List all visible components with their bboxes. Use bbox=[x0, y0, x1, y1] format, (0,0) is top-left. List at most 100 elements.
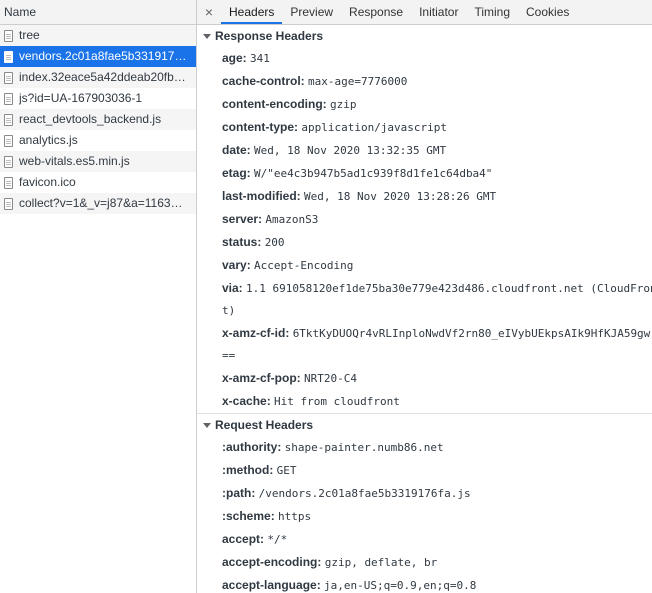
header-value: 200 bbox=[264, 236, 285, 249]
header-value: max-age=7776000 bbox=[308, 75, 408, 88]
header-name: :method: bbox=[222, 463, 274, 477]
header-value: Hit from cloudfront bbox=[274, 395, 400, 408]
header-name: via: bbox=[222, 281, 243, 295]
header-value-wrap: t) bbox=[222, 304, 236, 317]
header-row: accept: */* bbox=[197, 528, 652, 551]
header-name: accept-language: bbox=[222, 578, 321, 592]
header-row: :authority: shape-painter.numb86.net bbox=[197, 436, 652, 459]
request-row[interactable]: analytics.js bbox=[0, 130, 196, 151]
request-name: js?id=UA-167903036-1 bbox=[19, 91, 143, 105]
header-value: gzip bbox=[330, 98, 357, 111]
header-row: x-amz-cf-pop: NRT20-C4 bbox=[197, 367, 652, 390]
request-name: analytics.js bbox=[19, 133, 78, 147]
section-title: Request Headers bbox=[215, 418, 314, 432]
header-name: etag: bbox=[222, 166, 251, 180]
header-value: https bbox=[278, 510, 312, 523]
tab-initiator[interactable]: Initiator bbox=[411, 0, 466, 24]
request-name: web-vitals.es5.min.js bbox=[19, 154, 130, 168]
header-row: date: Wed, 18 Nov 2020 13:32:35 GMT bbox=[197, 139, 652, 162]
header-name: content-type: bbox=[222, 120, 298, 134]
header-value: gzip, deflate, br bbox=[324, 556, 438, 569]
header-row: x-cache: Hit from cloudfront bbox=[197, 390, 652, 413]
header-value: 341 bbox=[250, 52, 270, 65]
header-row: via: 1.1 691058120ef1de75ba30e779e423d48… bbox=[197, 277, 652, 300]
header-value: application/javascript bbox=[301, 121, 448, 134]
document-icon bbox=[4, 92, 13, 105]
header-name: :authority: bbox=[222, 440, 282, 454]
header-value: NRT20-C4 bbox=[304, 372, 357, 385]
header-value: GET bbox=[276, 464, 297, 477]
details-tabbar: × Headers Preview Response Initiator Tim… bbox=[197, 0, 652, 25]
name-column-header[interactable]: Name bbox=[0, 0, 196, 25]
header-row: :path: /vendors.2c01a8fae5b3319176fa.js bbox=[197, 482, 652, 505]
document-icon bbox=[4, 176, 13, 189]
header-row: status: 200 bbox=[197, 231, 652, 254]
header-row: content-encoding: gzip bbox=[197, 93, 652, 116]
header-name: accept-encoding: bbox=[222, 555, 322, 569]
header-name: cache-control: bbox=[222, 74, 305, 88]
header-name: accept: bbox=[222, 532, 265, 546]
request-row-selected[interactable]: vendors.2c01a8fae5b331917… bbox=[0, 46, 196, 67]
header-name: vary: bbox=[222, 258, 251, 272]
request-row[interactable]: tree bbox=[0, 25, 196, 46]
request-row[interactable]: web-vitals.es5.min.js bbox=[0, 151, 196, 172]
header-value: shape-painter.numb86.net bbox=[284, 441, 444, 454]
header-value: Wed, 18 Nov 2020 13:28:26 GMT bbox=[304, 190, 497, 203]
tab-cookies[interactable]: Cookies bbox=[518, 0, 577, 24]
header-row: etag: W/"ee4c3b947b5ad1c939f8d1fe1c64dba… bbox=[197, 162, 652, 185]
header-value: AmazonS3 bbox=[265, 213, 319, 226]
request-headers-section: Request Headers :authority: shape-painte… bbox=[197, 414, 652, 593]
header-name: :scheme: bbox=[222, 509, 275, 523]
request-headers-toggle[interactable]: Request Headers bbox=[197, 414, 652, 436]
header-value-wrap: == bbox=[222, 349, 236, 362]
document-icon bbox=[4, 50, 13, 63]
header-row: :method: GET bbox=[197, 459, 652, 482]
header-name: content-encoding: bbox=[222, 97, 327, 111]
document-icon bbox=[4, 71, 13, 84]
request-row[interactable]: react_devtools_backend.js bbox=[0, 109, 196, 130]
header-name: server: bbox=[222, 212, 263, 226]
request-name: tree bbox=[19, 28, 40, 42]
request-list-panel: Name tree vendors.2c01a8fae5b331917… ind… bbox=[0, 0, 197, 593]
header-value: W/"ee4c3b947b5ad1c939f8d1fe1c64dba4" bbox=[254, 167, 493, 180]
header-name: :path: bbox=[222, 486, 256, 500]
header-name: last-modified: bbox=[222, 189, 301, 203]
header-name: age: bbox=[222, 51, 247, 65]
tab-headers[interactable]: Headers bbox=[221, 0, 283, 24]
header-name: x-amz-cf-pop: bbox=[222, 371, 301, 385]
request-name: favicon.ico bbox=[19, 175, 76, 189]
request-row[interactable]: js?id=UA-167903036-1 bbox=[0, 88, 196, 109]
tab-timing[interactable]: Timing bbox=[466, 0, 518, 24]
request-name: collect?v=1&_v=j87&a=1163… bbox=[19, 196, 183, 210]
document-icon bbox=[4, 29, 13, 42]
document-icon bbox=[4, 155, 13, 168]
request-row[interactable]: favicon.ico bbox=[0, 172, 196, 193]
close-icon[interactable]: × bbox=[197, 0, 221, 24]
header-name: x-amz-cf-id: bbox=[222, 326, 290, 340]
header-row: server: AmazonS3 bbox=[197, 208, 652, 231]
header-row: cache-control: max-age=7776000 bbox=[197, 70, 652, 93]
header-row: vary: Accept-Encoding bbox=[197, 254, 652, 277]
tab-preview[interactable]: Preview bbox=[282, 0, 341, 24]
response-headers-section: Response Headers age: 341 cache-control:… bbox=[197, 25, 652, 414]
header-name: x-cache: bbox=[222, 394, 271, 408]
header-value: Accept-Encoding bbox=[254, 259, 354, 272]
request-name: react_devtools_backend.js bbox=[19, 112, 162, 126]
header-row: x-amz-cf-id: 6TktKyDUOQr4vRLInploNwdVf2r… bbox=[197, 322, 652, 345]
header-value: */* bbox=[267, 533, 288, 546]
header-row: last-modified: Wed, 18 Nov 2020 13:28:26… bbox=[197, 185, 652, 208]
header-value: ja,en-US;q=0.9,en;q=0.8 bbox=[324, 579, 477, 592]
header-value: 1.1 691058120ef1de75ba30e779e423d486.clo… bbox=[246, 282, 652, 295]
header-name: date: bbox=[222, 143, 251, 157]
header-row: content-type: application/javascript bbox=[197, 116, 652, 139]
request-row[interactable]: collect?v=1&_v=j87&a=1163… bbox=[0, 193, 196, 214]
header-row: accept-encoding: gzip, deflate, br bbox=[197, 551, 652, 574]
response-headers-toggle[interactable]: Response Headers bbox=[197, 25, 652, 47]
tab-response[interactable]: Response bbox=[341, 0, 411, 24]
header-value: Wed, 18 Nov 2020 13:32:35 GMT bbox=[254, 144, 447, 157]
request-details-panel: × Headers Preview Response Initiator Tim… bbox=[197, 0, 652, 593]
header-row: age: 341 bbox=[197, 47, 652, 70]
request-row[interactable]: index.32eace5a42ddeab20fb… bbox=[0, 67, 196, 88]
expand-triangle-icon bbox=[203, 422, 211, 428]
document-icon bbox=[4, 113, 13, 126]
